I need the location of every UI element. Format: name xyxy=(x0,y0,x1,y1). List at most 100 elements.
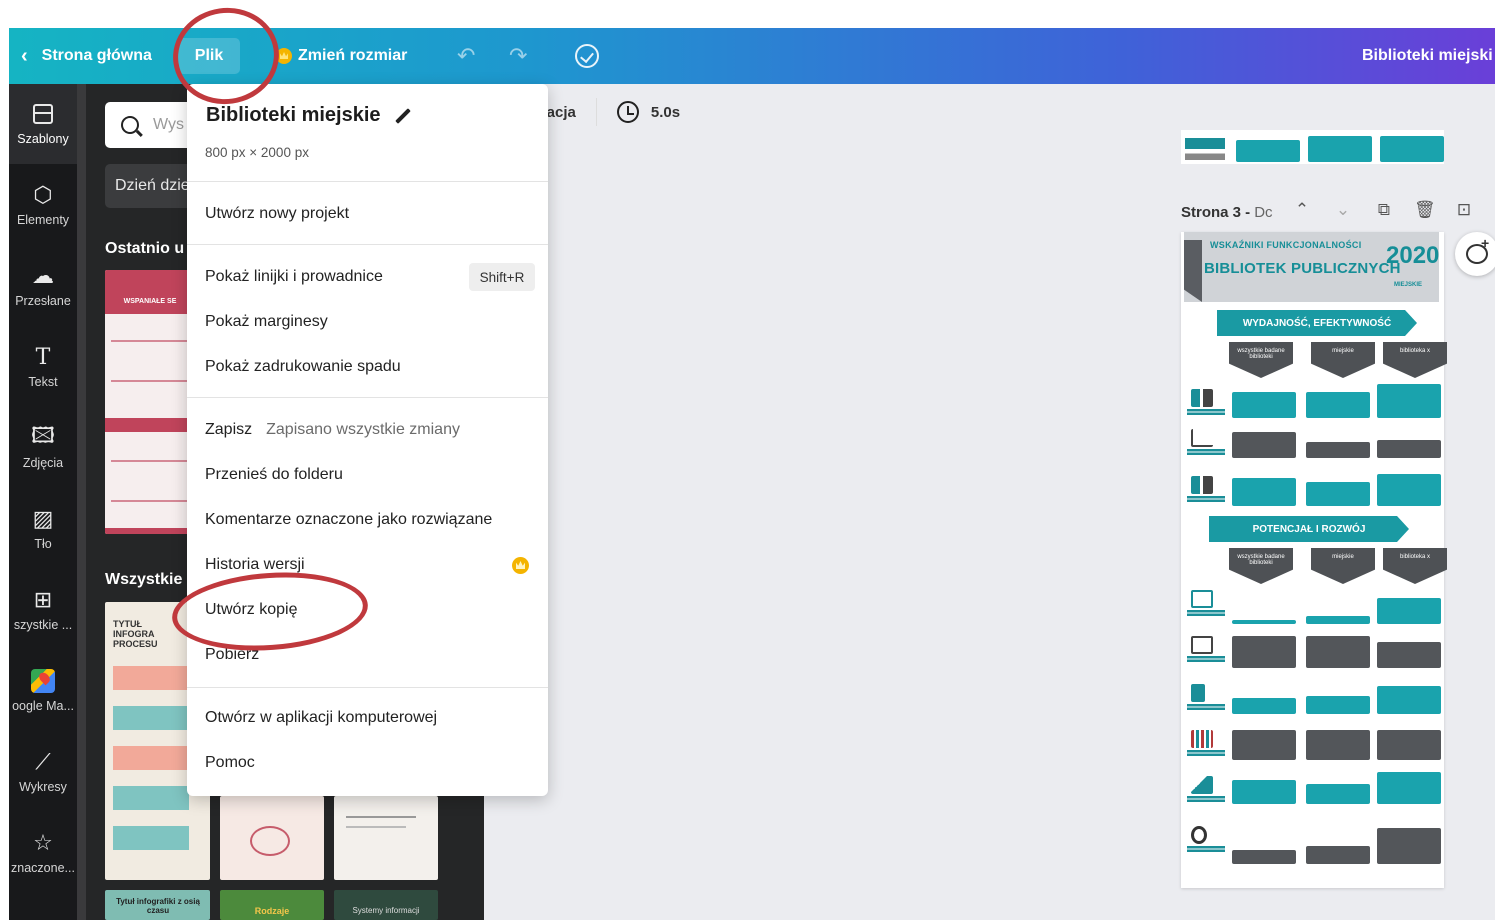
project-title[interactable]: Biblioteki miejski xyxy=(1362,28,1493,84)
column-header-library: biblioteka x xyxy=(1383,342,1447,378)
rail-item-text[interactable]: T Tekst xyxy=(9,327,77,407)
apps-icon: ⊞ xyxy=(33,587,53,612)
row-icon xyxy=(1187,427,1225,457)
column-header-library: biblioteka x xyxy=(1383,548,1447,584)
menu-item-show-margins[interactable]: Pokaż marginesy xyxy=(205,313,328,331)
menu-project-title[interactable]: Biblioteki miejskie xyxy=(206,104,411,127)
column-header-all: wszystkie badane biblioteki xyxy=(1229,548,1293,584)
undo-button[interactable]: ↶ xyxy=(457,28,475,84)
rail-item-uploads[interactable]: ☁ Przesłane xyxy=(9,246,77,326)
menu-item-resolved-comments[interactable]: Komentarze oznaczone jako rozwiązane xyxy=(205,511,492,529)
home-button[interactable]: ‹ Strona główna xyxy=(21,28,152,84)
previous-page-preview[interactable] xyxy=(1181,130,1444,164)
save-status-text: Zapisano wszystkie zmiany xyxy=(266,421,460,438)
infographic-year: 2020 xyxy=(1386,242,1440,269)
row-icon xyxy=(1187,588,1225,618)
menu-divider xyxy=(187,244,548,245)
menu-dimensions: 800 px × 2000 px xyxy=(205,145,309,160)
menu-item-version-history[interactable]: Historia wersji xyxy=(205,556,305,574)
menu-item-new-project[interactable]: Utwórz nowy projekt xyxy=(205,205,349,223)
shortcut-badge: Shift+R xyxy=(469,263,535,291)
background-icon: ▨ xyxy=(32,506,54,531)
upload-cloud-icon: ☁ xyxy=(32,263,54,288)
infographic-top-line: WSKAŹNIKI FUNKCJONALNOŚCI xyxy=(1210,240,1362,250)
template-thumb-systems[interactable]: Systemy informacji xyxy=(334,890,438,920)
resize-button[interactable]: Zmień rozmiar xyxy=(276,28,407,84)
section-ribbon-efficiency: WYDAJNOŚĆ, EFEKTYWNOŚĆ xyxy=(1217,310,1417,336)
file-menu-dropdown: Biblioteki miejskie 800 px × 2000 px Utw… xyxy=(187,84,548,796)
all-section-title: Wszystkie xyxy=(105,571,183,588)
column-header-all: wszystkie badane biblioteki xyxy=(1229,342,1293,378)
clock-icon xyxy=(616,101,639,123)
rail-item-apps[interactable]: ⊞ szystkie ... xyxy=(9,570,77,650)
menu-item-open-desktop[interactable]: Otwórz w aplikacji komputerowej xyxy=(205,709,437,727)
design-page[interactable]: WSKAŹNIKI FUNKCJONALNOŚCI BIBLIOTEK PUBL… xyxy=(1181,232,1447,888)
premium-crown-icon xyxy=(512,557,529,574)
left-rail: Szablony ⬡ Elementy ☁ Przesłane T Tekst … xyxy=(9,84,77,920)
rail-item-starred[interactable]: ☆ znaczone... xyxy=(9,813,77,893)
text-icon: T xyxy=(35,344,51,370)
duration-button[interactable]: 5.0s xyxy=(651,104,680,121)
add-comment-button[interactable] xyxy=(1455,232,1495,276)
template-thumb-timeline[interactable]: Tytuł infografiki z osią czasu xyxy=(105,890,210,920)
chevron-left-icon: ‹ xyxy=(21,44,28,67)
menu-item-show-rulers[interactable]: Pokaż linijki i prowadnice xyxy=(205,268,383,286)
section-ribbon-potential: POTENCJAŁ I ROZWÓJ xyxy=(1209,516,1409,542)
template-thumb-types[interactable]: Rodzaje xyxy=(220,890,324,920)
search-placeholder: Wys xyxy=(153,116,184,133)
row-icon xyxy=(1187,728,1225,758)
row-icon xyxy=(1187,774,1225,804)
trash-icon[interactable]: 🗑 xyxy=(1414,200,1436,220)
row-icon xyxy=(1187,682,1225,712)
page-title-input[interactable]: Dc xyxy=(1254,204,1272,221)
rail-divider xyxy=(77,84,86,920)
chevron-up-icon[interactable]: ⌃ xyxy=(1292,200,1312,220)
redo-button[interactable]: ↷ xyxy=(509,28,527,84)
rail-item-templates[interactable]: Szablony xyxy=(9,84,77,164)
infographic-header: WSKAŹNIKI FUNKCJONALNOŚCI BIBLIOTEK PUBL… xyxy=(1184,232,1439,302)
column-header-city: miejskie xyxy=(1311,548,1375,584)
rail-item-background[interactable]: ▨ Tło xyxy=(9,489,77,569)
template-thumb-2[interactable] xyxy=(220,796,324,880)
undo-icon: ↶ xyxy=(457,43,476,68)
menu-divider xyxy=(187,397,548,398)
page-header: Strona 3 - Dc xyxy=(1181,197,1273,227)
page-label: Strona 3 - xyxy=(1181,203,1251,221)
toolbar-divider xyxy=(595,98,597,126)
duplicate-page-icon[interactable]: ⧉ xyxy=(1374,200,1394,220)
column-header-city: miejskie xyxy=(1311,342,1375,378)
cloud-check-icon xyxy=(575,44,599,68)
template-thumb-3[interactable] xyxy=(334,796,438,880)
row-icon xyxy=(1187,634,1225,664)
pencil-icon[interactable] xyxy=(394,107,411,124)
menu-divider xyxy=(187,181,548,182)
row-icon xyxy=(1187,824,1225,854)
infographic-subtitle: MIEJSKIE xyxy=(1394,282,1423,288)
resize-label: Zmień rozmiar xyxy=(298,47,408,64)
save-status-button[interactable] xyxy=(575,28,599,84)
redo-icon: ↷ xyxy=(509,43,528,68)
infographic-title: BIBLIOTEK PUBLICZNYCH xyxy=(1204,260,1401,277)
thumb-title: TYTUŁ INFOGRA PROCESU xyxy=(113,619,158,649)
rail-item-elements[interactable]: ⬡ Elementy xyxy=(9,165,77,245)
chevron-down-icon[interactable]: ⌄ xyxy=(1333,200,1353,220)
rail-item-google-maps[interactable]: oogle Ma... xyxy=(9,651,77,731)
shapes-icon: ⬡ xyxy=(33,182,53,207)
rail-item-photos[interactable]: 🖾 Zdjęcia xyxy=(9,408,77,488)
recent-template-thumb[interactable]: WSPANIAŁE SE xyxy=(105,270,195,534)
menu-item-show-bleed[interactable]: Pokaż zadrukowanie spadu xyxy=(205,358,401,376)
row-icon xyxy=(1187,387,1225,417)
rail-item-charts[interactable]: ⟋ Wykresy xyxy=(9,732,77,812)
menu-divider xyxy=(187,687,548,688)
row-icon xyxy=(1187,474,1225,504)
google-maps-icon xyxy=(31,669,55,693)
add-page-icon[interactable]: ⊡ xyxy=(1454,200,1474,220)
photo-icon: 🖾 xyxy=(31,423,55,448)
menu-item-help[interactable]: Pomoc xyxy=(205,754,255,772)
thumb-heading: WSPANIAŁE SE xyxy=(123,298,177,305)
chart-icon: ⟋ xyxy=(35,749,51,774)
menu-item-move-folder[interactable]: Przenieś do folderu xyxy=(205,466,343,484)
home-label: Strona główna xyxy=(41,47,152,64)
star-icon: ☆ xyxy=(33,830,53,855)
menu-item-save[interactable]: Zapisz Zapisano wszystkie zmiany xyxy=(205,421,460,439)
